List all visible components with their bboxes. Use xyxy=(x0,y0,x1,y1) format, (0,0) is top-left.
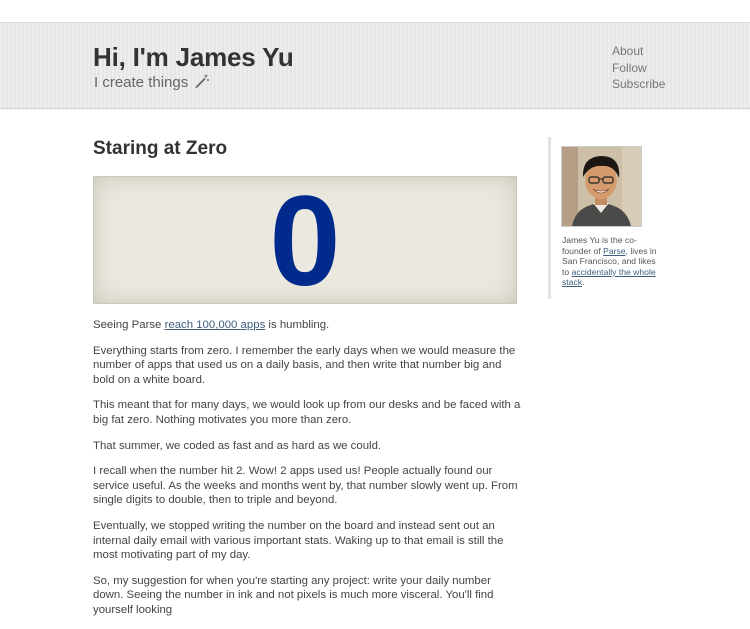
avatar-photo xyxy=(562,147,641,226)
paragraph: So, my suggestion for when you're starti… xyxy=(93,574,494,616)
paragraph: That summer, we coded as fast and as har… xyxy=(93,439,382,452)
main-nav: About Follow Subscribe xyxy=(612,43,665,93)
accidentally-stack-link[interactable]: accidentally the whole stack xyxy=(562,267,656,288)
paragraph: Seeing Parse reach 100,000 apps is humbl… xyxy=(93,318,521,333)
site-title[interactable]: Hi, I'm James Yu xyxy=(93,42,294,73)
parse-link[interactable]: Parse xyxy=(603,246,625,256)
author-avatar xyxy=(561,146,642,227)
author-sidebar: James Yu is the co-founder of Parse, liv… xyxy=(548,137,666,299)
magic-wand-icon xyxy=(195,74,210,88)
site-tagline: I create things xyxy=(94,74,210,91)
tagline-text: I create things xyxy=(94,74,189,91)
author-bio: James Yu is the co-founder of Parse, liv… xyxy=(562,235,662,288)
nav-about-link[interactable]: About xyxy=(612,43,665,60)
paragraph-text: Seeing Parse xyxy=(93,319,165,331)
post-title[interactable]: Staring at Zero xyxy=(93,138,227,160)
post-body: Seeing Parse reach 100,000 apps is humbl… xyxy=(93,318,521,629)
paragraph: Eventually, we stopped writing the numbe… xyxy=(93,519,504,562)
counter-number: 0 xyxy=(269,170,341,313)
paragraph: Everything starts from zero. I remember … xyxy=(93,344,516,386)
site-header: Hi, I'm James Yu I create things About F… xyxy=(0,23,750,109)
nav-follow-link[interactable]: Follow xyxy=(612,60,665,77)
top-strip xyxy=(0,0,750,23)
paragraph-text: is humbling. xyxy=(265,319,330,331)
paragraph: This meant that for many days, we would … xyxy=(93,399,521,426)
paragraph: I recall when the number hit 2. Wow! 2 a… xyxy=(93,465,518,507)
bio-text: . xyxy=(582,277,585,288)
counter-board: 0 xyxy=(93,170,517,313)
reach-apps-link[interactable]: reach 100,000 apps xyxy=(165,319,266,331)
nav-subscribe-link[interactable]: Subscribe xyxy=(612,76,665,93)
